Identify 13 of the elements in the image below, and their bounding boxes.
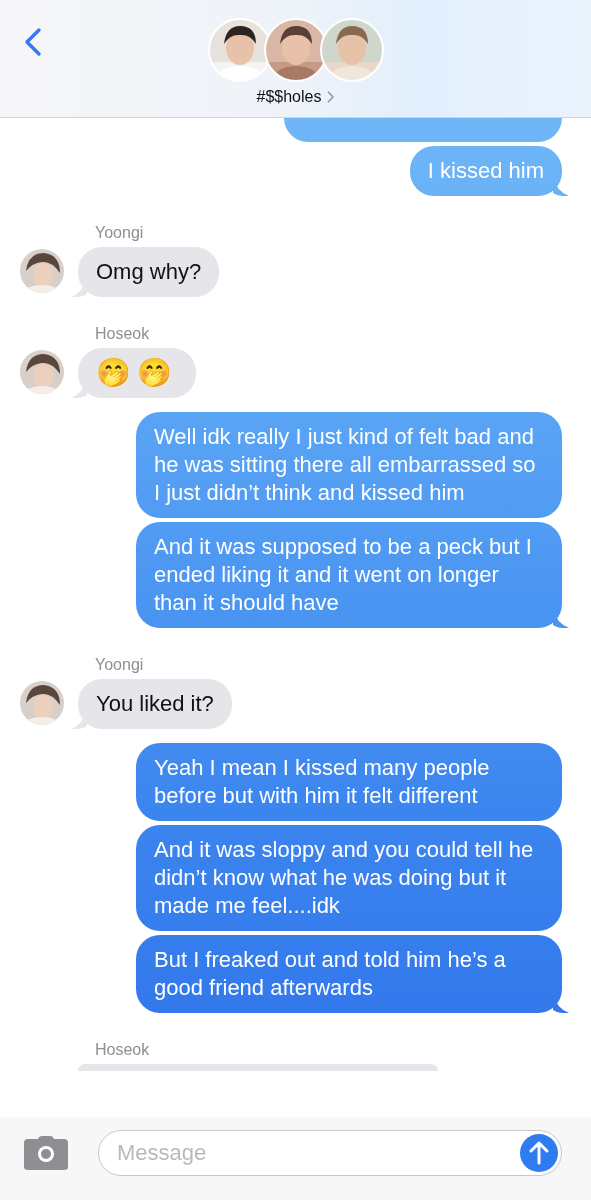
group-title[interactable]: #$$holes (256, 88, 322, 106)
send-button[interactable] (520, 1133, 558, 1172)
sender-name: Yoongi (94, 656, 145, 674)
camera-icon[interactable] (24, 1134, 68, 1171)
message-bubble: Well idk really I just kind of felt bad and he was sitting there all embarrassed so I just didn’t think and kissed him (136, 412, 562, 518)
back-icon[interactable] (24, 27, 42, 57)
message-bubble: And it was sloppy and you could tell he didn’t know what he was doing but it made me feel....idk (136, 825, 562, 931)
sender-name: Hoseok (94, 325, 151, 343)
message-bubble: Yeah I mean I kissed many people before but with him it felt different (136, 743, 562, 821)
sender-name: Yoongi (94, 224, 145, 242)
sender-name: Hoseok (94, 1041, 151, 1059)
message-field[interactable]: Message (98, 1129, 562, 1176)
chevron-icon (327, 91, 335, 103)
